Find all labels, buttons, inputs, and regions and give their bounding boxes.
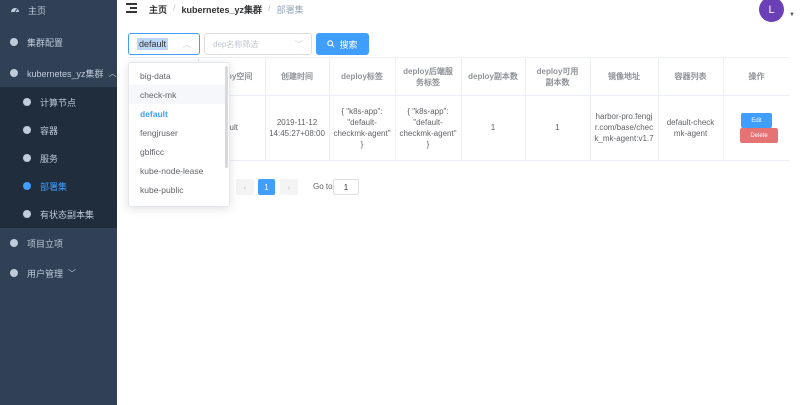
sidebar-item-label: 项目立项	[27, 238, 64, 249]
search-button-label: 搜索	[339, 39, 358, 50]
page-number-current[interactable]: 1	[258, 179, 275, 195]
edit-button[interactable]: Edit	[741, 113, 772, 128]
cell-image: harbor-pro.fengjr.com/base/check_mk-agen…	[594, 112, 654, 143]
dropdown-option[interactable]: gblficc	[129, 142, 227, 161]
column-header[interactable]: 镜像地址	[590, 58, 658, 95]
caret-down-icon[interactable]: ▼	[789, 12, 795, 18]
deploy-filter-placeholder: dep名称筛选	[213, 39, 259, 49]
sidebar-item-containers[interactable]: 容器	[0, 116, 117, 144]
sidebar-item-services[interactable]: 服务	[0, 144, 117, 172]
search-icon	[327, 40, 336, 48]
cell-labels: { "k8s-app": "default-checkmk-agent" }	[333, 106, 391, 149]
menu-dot-icon	[23, 210, 31, 218]
sidebar-item-label: 部署集	[40, 181, 68, 192]
sidebar-item-label: 计算节点	[40, 97, 77, 108]
menu-dot-icon	[23, 182, 31, 190]
namespace-select-value: default	[137, 38, 169, 50]
dropdown-option[interactable]: kube-public	[129, 180, 227, 199]
breadcrumb-current: 部署集	[276, 5, 304, 15]
sidebar-item-label: 主页	[28, 5, 47, 16]
sidebar-item-statefulsets[interactable]: 有状态副本集	[0, 200, 117, 228]
chevron-down-icon: ﹀	[295, 40, 303, 49]
namespace-dropdown: big-data check-mk default fengjruser gbl…	[128, 62, 230, 207]
column-header: 操作	[748, 72, 765, 81]
column-header[interactable]: deploy可用副本数	[525, 58, 590, 95]
menu-dot-icon	[10, 269, 18, 277]
sidebar-item-label: 容器	[40, 125, 59, 136]
dashboard-icon	[11, 8, 19, 13]
breadcrumb-separator: /	[268, 3, 271, 13]
sidebar-item-label: 用户管理	[27, 268, 64, 279]
sidebar-item-nodes[interactable]: 计算节点	[0, 88, 117, 116]
sidebar-item-label: 集群配置	[27, 37, 64, 48]
cell-available: 1	[555, 123, 560, 132]
breadcrumb-cluster[interactable]: kubernetes_yz集群	[182, 3, 263, 16]
sidebar-item-label: 服务	[40, 153, 59, 164]
dropdown-option[interactable]: kube-node-lease	[129, 161, 227, 180]
chevron-up-icon: ︿	[183, 40, 191, 49]
deploy-name-filter[interactable]: dep名称筛选 ﹀	[204, 33, 312, 55]
goto-page-input[interactable]: 1	[333, 179, 359, 195]
column-header[interactable]: deploy后端服务标签	[395, 58, 461, 95]
sidebar-item-label: 有状态副本集	[40, 209, 95, 220]
goto-label: Go to	[313, 182, 333, 191]
dropdown-option[interactable]: fengjruser	[129, 123, 227, 142]
column-header[interactable]: 容器列表	[658, 58, 723, 95]
sidebar-item-home[interactable]: 主页	[0, 0, 117, 24]
sidebar-item-kubernetes-cluster[interactable]: kubernetes_yz集群 ︿	[0, 59, 117, 87]
dropdown-option-selected[interactable]: default	[129, 104, 227, 123]
sidebar-item-deployments[interactable]: 部署集	[0, 172, 117, 200]
sidebar-item-users[interactable]: 用户管理 ﹀	[0, 259, 117, 287]
sidebar-item-projects[interactable]: 项目立项	[0, 229, 117, 257]
menu-dot-icon	[10, 38, 18, 46]
menu-dot-icon	[23, 98, 31, 106]
search-button[interactable]: 搜索	[316, 33, 369, 55]
hamburger-icon[interactable]	[126, 3, 137, 13]
dropdown-scrollbar[interactable]	[225, 66, 228, 168]
menu-dot-icon	[10, 69, 18, 77]
cell-containers: default-checkmk-agent	[666, 117, 715, 138]
breadcrumb-home[interactable]: 主页	[149, 3, 167, 16]
menu-dot-icon	[23, 126, 31, 134]
menu-dot-icon	[23, 154, 31, 162]
cell-created: 2019-11-12 14:45:27+08:00	[269, 117, 325, 138]
namespace-select[interactable]: default ︿	[128, 33, 200, 55]
breadcrumb: 主页 / kubernetes_yz集群 / 部署集	[149, 3, 304, 16]
column-header[interactable]: deploy标签	[329, 58, 395, 95]
dropdown-option[interactable]: big-data	[129, 66, 227, 85]
cell-replicas: 1	[490, 123, 496, 132]
column-header[interactable]: deploy副本数	[461, 58, 525, 95]
sidebar: 主页 集群配置 kubernetes_yz集群 ︿ 计算节点 容器 服务 部署集…	[0, 0, 117, 405]
prev-page-button[interactable]: ‹	[236, 179, 254, 195]
next-page-button[interactable]: ›	[280, 179, 298, 195]
chevron-up-icon: ︿	[108, 68, 117, 78]
sidebar-item-cluster-config[interactable]: 集群配置	[0, 28, 117, 56]
avatar[interactable]: L	[759, 0, 784, 22]
cell-service-labels: { "k8s-app": "default-checkmk-agent" }	[399, 106, 457, 149]
chevron-down-icon: ﹀	[68, 268, 77, 278]
column-header[interactable]: 创建时间	[265, 58, 329, 95]
sidebar-item-label: kubernetes_yz集群	[27, 68, 104, 79]
delete-button[interactable]: Delete	[740, 128, 778, 143]
menu-dot-icon	[10, 239, 18, 247]
dropdown-option[interactable]: kube-system	[129, 199, 227, 207]
dropdown-option[interactable]: check-mk	[129, 85, 227, 104]
breadcrumb-separator: /	[173, 3, 176, 13]
